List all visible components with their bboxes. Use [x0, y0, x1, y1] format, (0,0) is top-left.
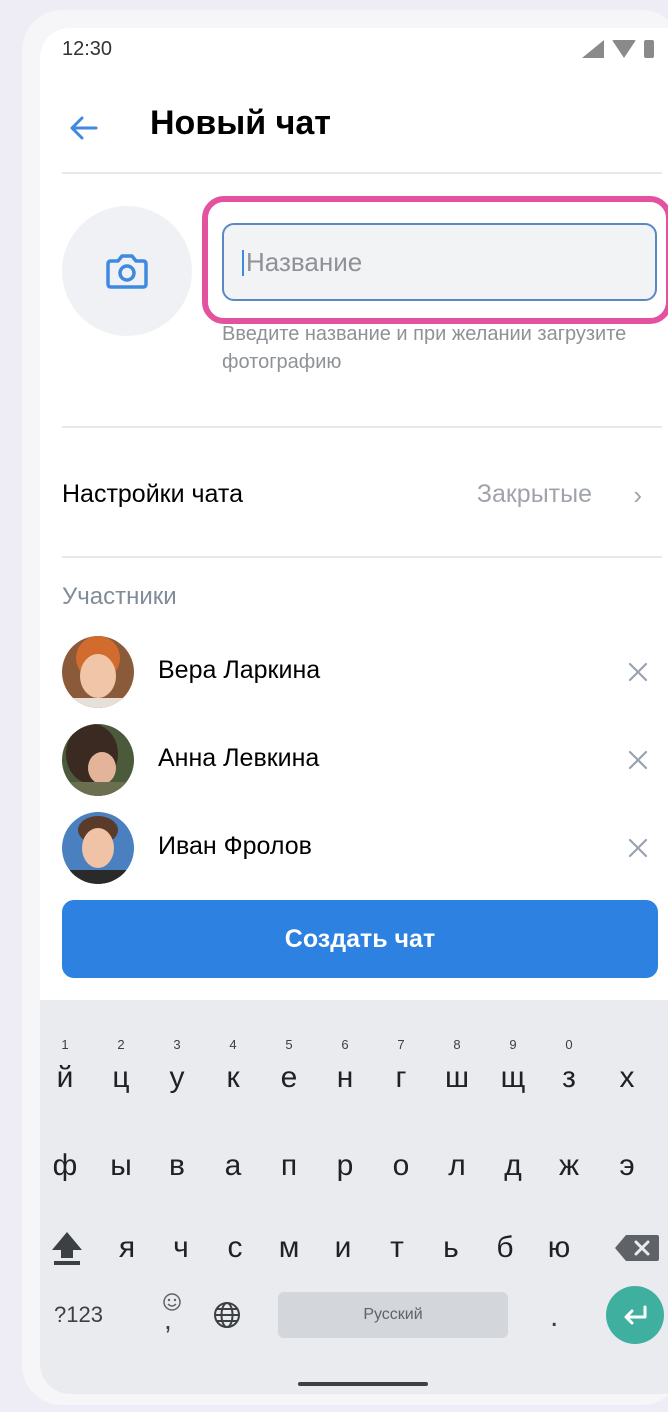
key[interactable]: 4к — [208, 1038, 258, 1108]
key[interactable]: 3у — [152, 1038, 202, 1108]
period-key[interactable]: . — [550, 1300, 558, 1334]
avatar — [62, 812, 134, 884]
key[interactable]: ч — [156, 1218, 206, 1278]
key[interactable]: с — [210, 1218, 260, 1278]
shift-icon[interactable] — [50, 1230, 84, 1266]
participant-name: Иван Фролов — [158, 832, 312, 860]
wifi-icon — [612, 40, 636, 58]
key[interactable]: 6н — [320, 1038, 370, 1108]
key[interactable]: т — [372, 1218, 422, 1278]
participants-title: Участники — [62, 583, 177, 610]
key[interactable]: х — [602, 1048, 652, 1108]
key[interactable]: 1й — [40, 1038, 90, 1108]
space-key[interactable]: Русский — [278, 1292, 508, 1338]
key[interactable]: 8ш — [432, 1038, 482, 1108]
text-caret — [242, 250, 244, 276]
form-divider — [62, 426, 662, 428]
participant-name: Вера Ларкина — [158, 656, 321, 684]
settings-value: Закрытые — [476, 480, 592, 508]
key[interactable]: э — [602, 1136, 652, 1196]
screen: 12:30 Новый чат Введите название и при ж… — [40, 28, 668, 1394]
key[interactable]: 7г — [376, 1038, 426, 1108]
key[interactable]: о — [376, 1136, 426, 1196]
comma-key[interactable]: , — [164, 1304, 172, 1336]
chat-name-input[interactable] — [222, 223, 657, 301]
backspace-icon[interactable] — [614, 1234, 660, 1262]
enter-key[interactable] — [606, 1286, 664, 1344]
create-chat-button[interactable]: Создать чат — [62, 900, 658, 978]
participant-item: Иван Фролов — [40, 812, 668, 892]
keyboard: 1й 2ц 3у 4к 5е 6н 7г 8ш 9щ 0з х ф ы в а … — [40, 1000, 668, 1394]
symbols-key[interactable]: ?123 — [54, 1302, 103, 1328]
keyboard-row-1: 1й 2ц 3у 4к 5е 6н 7г 8ш 9щ 0з х — [40, 1038, 668, 1108]
key[interactable]: 9щ — [488, 1038, 538, 1108]
enter-icon — [624, 1305, 647, 1325]
key[interactable]: ь — [426, 1218, 476, 1278]
back-arrow-icon[interactable] — [64, 108, 104, 148]
key[interactable]: в — [152, 1136, 202, 1196]
avatar — [62, 636, 134, 708]
participant-item: Вера Ларкина — [40, 636, 668, 716]
upload-photo-button[interactable] — [62, 206, 192, 336]
status-icons — [582, 40, 654, 58]
key[interactable]: ж — [544, 1136, 594, 1196]
name-hint: Введите название и при желании загрузите… — [222, 323, 627, 373]
chevron-right-icon: › — [633, 480, 642, 510]
key[interactable]: и — [318, 1218, 368, 1278]
participant-item: Анна Левкина — [40, 724, 668, 804]
home-indicator[interactable] — [298, 1382, 428, 1386]
key[interactable]: ф — [40, 1136, 90, 1196]
key[interactable]: д — [488, 1136, 538, 1196]
remove-participant-icon[interactable] — [624, 658, 652, 686]
key[interactable]: я — [102, 1218, 152, 1278]
key[interactable]: ы — [96, 1136, 146, 1196]
participant-name: Анна Левкина — [158, 744, 320, 772]
key[interactable]: ю — [534, 1218, 584, 1278]
globe-icon[interactable] — [212, 1300, 242, 1330]
key[interactable]: л — [432, 1136, 482, 1196]
key[interactable]: р — [320, 1136, 370, 1196]
avatar — [62, 724, 134, 796]
key[interactable]: м — [264, 1218, 314, 1278]
keyboard-row-3: я ч с м и т ь б ю — [40, 1218, 668, 1278]
battery-icon — [644, 40, 654, 58]
settings-label: Настройки чата — [62, 480, 243, 508]
key[interactable]: 5е — [264, 1038, 314, 1108]
settings-divider — [62, 556, 662, 558]
key[interactable]: а — [208, 1136, 258, 1196]
key[interactable]: 0з — [544, 1038, 594, 1108]
signal-icon — [582, 40, 604, 58]
keyboard-row-2: ф ы в а п р о л д ж э — [40, 1136, 668, 1196]
status-time: 12:30 — [62, 38, 113, 60]
key[interactable]: 2ц — [96, 1038, 146, 1108]
chat-settings-row[interactable]: Настройки чата Закрытые › — [40, 458, 668, 530]
camera-icon — [106, 254, 148, 289]
remove-participant-icon[interactable] — [624, 746, 652, 774]
header: Новый чат — [40, 100, 668, 170]
header-divider — [62, 172, 662, 174]
page-title: Новый чат — [150, 104, 331, 142]
remove-participant-icon[interactable] — [624, 834, 652, 862]
key[interactable]: б — [480, 1218, 530, 1278]
key[interactable]: п — [264, 1136, 314, 1196]
